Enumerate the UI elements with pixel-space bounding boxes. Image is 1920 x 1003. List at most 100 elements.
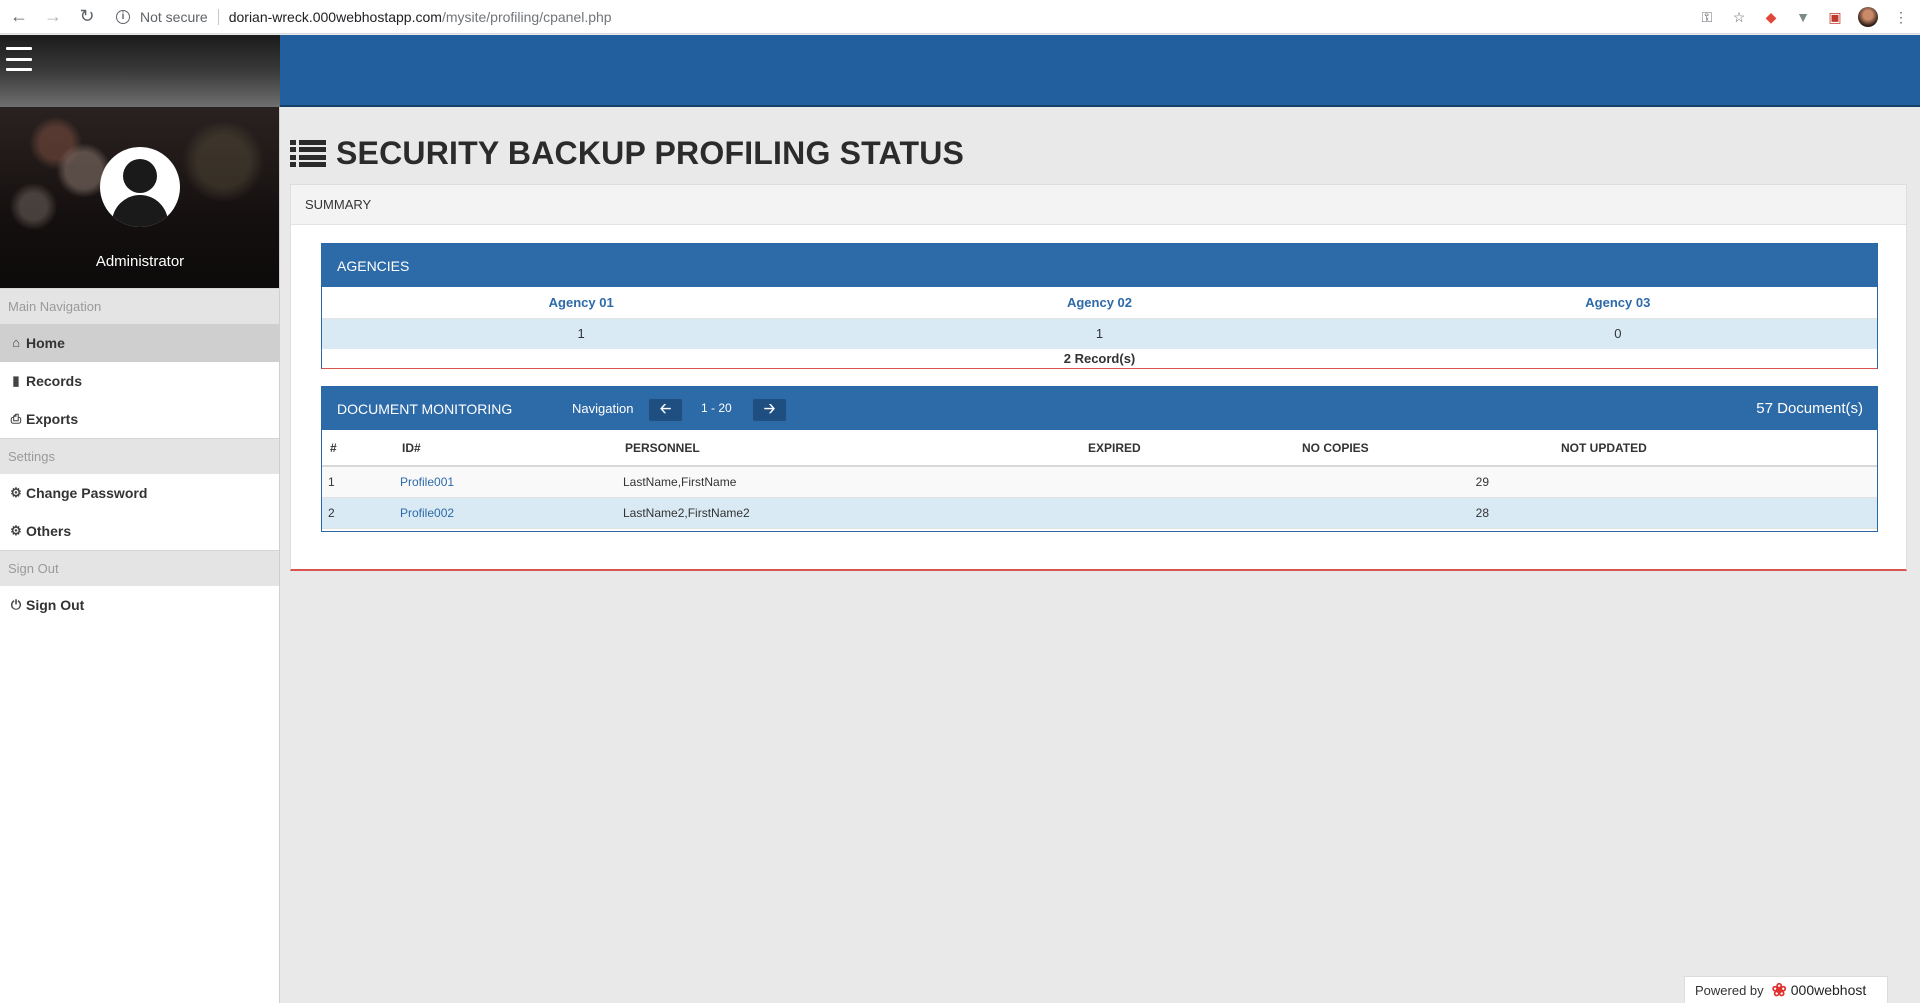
- agency-column-header[interactable]: Agency 01: [322, 287, 840, 318]
- nav-header-sign-out: Sign Out: [0, 550, 279, 586]
- table-row: 1 Profile001 LastName,FirstName 29: [322, 466, 1877, 498]
- agency-column-header[interactable]: Agency 02: [840, 287, 1358, 318]
- user-avatar: [100, 147, 180, 227]
- kebab-menu-icon[interactable]: ⋮: [1892, 8, 1910, 26]
- address-bar[interactable]: i Not secure dorian-wreck.000webhostapp.…: [116, 3, 612, 31]
- profile-id-link[interactable]: Profile001: [394, 466, 617, 498]
- agencies-values-row: 1 1 0: [322, 319, 1877, 349]
- print-icon: ⎙: [10, 411, 22, 426]
- no-copies-value: 29: [1294, 466, 1553, 498]
- agencies-header: AGENCIES: [322, 244, 1877, 287]
- powered-by-label: Powered by: [1695, 982, 1764, 998]
- sidebar-item-exports[interactable]: ⎙ Exports: [0, 400, 279, 438]
- sidebar-item-home[interactable]: ⌂ Home: [0, 324, 279, 362]
- sidebar-item-label: Records: [26, 373, 83, 389]
- agencies-title: AGENCIES: [337, 257, 410, 274]
- url-path: /mysite/profiling/cpanel.php: [441, 8, 612, 25]
- page-range: 1 - 20: [701, 401, 732, 415]
- column-header-expired: EXPIRED: [1080, 430, 1294, 467]
- sidebar-item-records[interactable]: ▮ Records: [0, 362, 279, 400]
- personnel-name: LastName,FirstName: [617, 466, 1080, 498]
- back-arrow-icon[interactable]: ←: [4, 2, 34, 32]
- key-icon[interactable]: ⚿: [1698, 8, 1716, 26]
- no-copies-value: 28: [1294, 497, 1553, 529]
- file-icon: ▮: [12, 373, 20, 388]
- document-monitoring-header: DOCUMENT MONITORING Navigation 🡠 1 - 20 …: [322, 387, 1877, 430]
- hamburger-menu-icon[interactable]: [6, 47, 32, 71]
- expired-value: [1080, 497, 1294, 529]
- power-icon: ⏻: [10, 597, 22, 612]
- nav-header-settings: Settings: [0, 438, 279, 474]
- not-updated-value: [1553, 466, 1877, 498]
- agency-column-header[interactable]: Agency 03: [1359, 287, 1877, 318]
- nav-header-main: Main Navigation: [0, 288, 279, 324]
- forward-arrow-icon[interactable]: →: [38, 2, 68, 32]
- browser-profile-avatar[interactable]: [1858, 7, 1878, 27]
- agency-value: 1: [1095, 326, 1104, 341]
- gears-icon: ⚙: [10, 523, 22, 538]
- browser-actions: ⚿ ☆ ◆ ▼ ▣ ⋮: [1698, 0, 1910, 34]
- security-label: Not secure: [140, 8, 208, 25]
- reload-icon[interactable]: ↻: [72, 2, 102, 32]
- records-count: 2 Record(s): [1063, 351, 1136, 366]
- url-host: dorian-wreck.000webhostapp.com: [228, 8, 442, 25]
- agency-value: 0: [1614, 326, 1622, 341]
- document-monitoring-box: DOCUMENT MONITORING Navigation 🡠 1 - 20 …: [321, 386, 1878, 532]
- sidebar-item-sign-out[interactable]: ⏻ Sign Out: [0, 586, 279, 624]
- page-title-text: SECURITY BACKUP PROFILING STATUS: [336, 135, 965, 171]
- table-header-row: # ID# PERSONNEL EXPIRED NO COPIES NOT UP…: [322, 430, 1877, 467]
- sidebar-item-change-password[interactable]: ⚙ Change Password: [0, 474, 279, 512]
- pocket-extension-icon[interactable]: ▣: [1826, 8, 1844, 26]
- navigation-label: Navigation: [572, 401, 634, 416]
- top-header-bar: [280, 35, 1920, 107]
- star-icon[interactable]: ☆: [1730, 8, 1748, 26]
- column-header-id: ID#: [394, 430, 617, 467]
- browser-toolbar: ← → ↻ i Not secure dorian-wreck.000webho…: [0, 0, 1920, 34]
- agencies-box: AGENCIES Agency 01 Agency 02 Agency 03 1…: [321, 243, 1878, 369]
- personnel-name: LastName2,FirstName2: [617, 497, 1080, 529]
- column-header-no-copies: NO COPIES: [1294, 430, 1553, 467]
- list-icon: [290, 139, 326, 168]
- gear-icon: ⚙: [10, 485, 22, 500]
- row-number: 2: [322, 497, 394, 529]
- webhost-logo-icon: ❀: [1771, 979, 1787, 1000]
- previous-page-button[interactable]: 🡠: [649, 399, 682, 421]
- sidebar-item-label: Exports: [26, 411, 79, 427]
- row-number: 1: [322, 466, 394, 498]
- agencies-column-headers: Agency 01 Agency 02 Agency 03: [322, 287, 1877, 319]
- sidebar-item-label: Home: [26, 335, 65, 351]
- sidebar-item-label: Change Password: [26, 485, 148, 501]
- documents-table: # ID# PERSONNEL EXPIRED NO COPIES NOT UP…: [322, 430, 1877, 529]
- powered-by-badge[interactable]: Powered by ❀ 000webhost: [1684, 976, 1888, 1003]
- profile-id-link[interactable]: Profile002: [394, 497, 617, 529]
- vuejs-extension-icon[interactable]: ▼: [1794, 8, 1812, 26]
- column-header-number: #: [322, 430, 394, 467]
- document-monitoring-title: DOCUMENT MONITORING: [337, 400, 513, 417]
- sidebar-item-label: Others: [26, 523, 72, 539]
- sidebar-item-label: Sign Out: [26, 597, 85, 613]
- home-icon: ⌂: [12, 335, 20, 350]
- sidebar: Administrator Main Navigation ⌂ Home ▮ R…: [0, 107, 280, 1003]
- user-name: Administrator: [95, 253, 185, 270]
- powered-by-brand: 000webhost: [1790, 982, 1867, 998]
- agency-value: 1: [577, 326, 585, 341]
- summary-heading: SUMMARY: [291, 185, 1906, 225]
- arrow-left-icon: 🡠: [659, 400, 672, 416]
- arrow-right-icon: 🡢: [763, 400, 776, 416]
- expired-value: [1080, 466, 1294, 498]
- not-updated-value: [1553, 497, 1877, 529]
- info-icon[interactable]: i: [116, 9, 130, 24]
- color-extension-icon[interactable]: ◆: [1762, 8, 1780, 26]
- table-row: 2 Profile002 LastName2,FirstName2 28: [322, 497, 1877, 529]
- summary-panel: SUMMARY AGENCIES Agency 01 Agency 02 Age…: [290, 184, 1907, 571]
- column-header-not-updated: NOT UPDATED: [1553, 430, 1877, 467]
- main-content: SECURITY BACKUP PROFILING STATUS SUMMARY…: [280, 107, 1920, 1003]
- column-header-personnel: PERSONNEL: [617, 430, 1080, 467]
- brand-area: [0, 35, 280, 107]
- omnibox-divider: [217, 8, 219, 25]
- document-count: 57 Document(s): [1756, 400, 1863, 417]
- sidebar-item-others[interactable]: ⚙ Others: [0, 512, 279, 550]
- next-page-button[interactable]: 🡢: [753, 399, 786, 421]
- page-title: SECURITY BACKUP PROFILING STATUS: [290, 135, 964, 172]
- profile-banner: Administrator: [0, 107, 279, 288]
